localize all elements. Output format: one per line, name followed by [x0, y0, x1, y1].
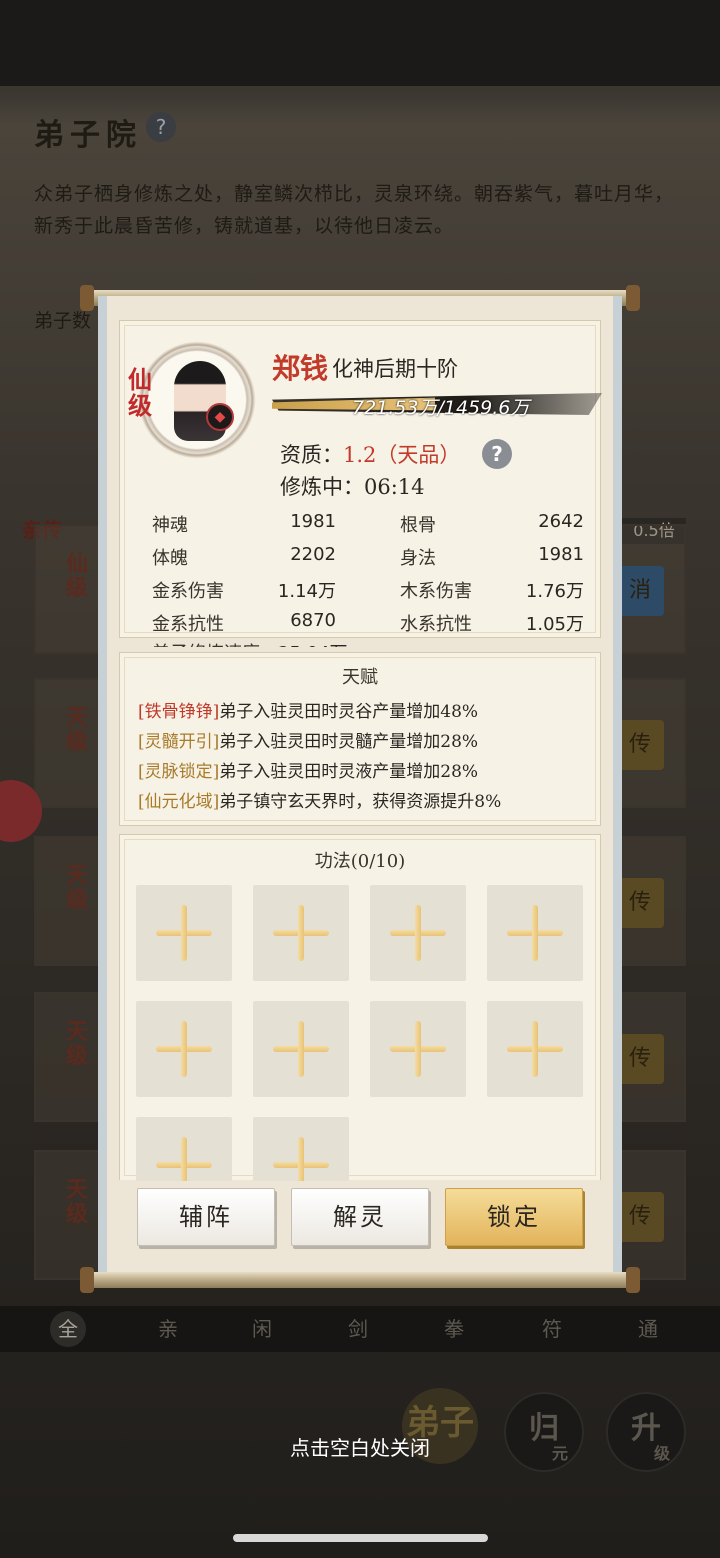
- technique-slots[interactable]: [120, 885, 600, 1181]
- page-description: 众弟子栖身修炼之处，静室鳞次栉比，灵泉环绕。朝吞紫气，暮吐月华，新秀于此晨昏苦修…: [34, 183, 675, 237]
- stat-label: 根骨: [400, 515, 436, 536]
- stat-value: 1.76万: [525, 581, 584, 602]
- home-indicator[interactable]: [233, 1534, 488, 1542]
- technique-slot[interactable]: [136, 1001, 232, 1097]
- stat-label: 金系伤害: [152, 581, 224, 602]
- talent-item[interactable]: [仙元化域]弟子镇守玄天界时，获得资源提升8%: [138, 787, 501, 812]
- status-time: 06:14: [364, 475, 425, 499]
- status-label: 修炼中：: [280, 475, 364, 499]
- stat-value: 1.14万: [277, 581, 336, 602]
- talent-title: 天赋: [342, 667, 378, 688]
- character-name: 郑钱: [272, 352, 329, 385]
- talent-item[interactable]: [铁骨铮铮]弟子入驻灵田时灵谷产量增加48%: [138, 697, 478, 722]
- scroll-rod-bottom: [80, 1267, 640, 1293]
- filter-talisman[interactable]: 符: [534, 1311, 570, 1347]
- top-bar: [0, 0, 720, 86]
- plus-icon: [181, 1021, 187, 1077]
- avatar[interactable]: [138, 341, 256, 459]
- plus-icon: [298, 1137, 304, 1181]
- plus-icon: [298, 1021, 304, 1077]
- filter-all[interactable]: 全: [50, 1311, 86, 1347]
- talent-desc: 弟子镇守玄天界时，获得资源提升8%: [219, 792, 502, 812]
- talent-item[interactable]: [灵脉锁定]弟子入驻灵田时灵液产量增加28%: [138, 757, 478, 782]
- filter-sword[interactable]: 剑: [340, 1311, 376, 1347]
- talent-item[interactable]: [灵髓开引]弟子入驻灵田时灵髓产量增加28%: [138, 727, 478, 752]
- stat-value: 1.05万: [525, 614, 584, 635]
- stat-value: 2202: [290, 544, 336, 565]
- stat-value: 2642: [538, 511, 584, 532]
- stat-value: 1981: [538, 544, 584, 565]
- technique-panel: 功法(0/10): [119, 834, 601, 1181]
- technique-title: 功法(0/10): [314, 851, 406, 872]
- talent-tag: [铁骨铮铮]: [138, 702, 220, 722]
- plus-icon: [181, 1137, 187, 1181]
- exp-text: 721.53万/1459.6万: [352, 397, 530, 419]
- stat-label: 身法: [400, 548, 436, 569]
- filter-idle[interactable]: 闲: [244, 1311, 280, 1347]
- help-icon[interactable]: ?: [146, 112, 176, 142]
- plus-icon: [415, 905, 421, 961]
- card-action-button[interactable]: 传: [616, 878, 664, 928]
- technique-slot[interactable]: [253, 1117, 349, 1181]
- character-realm: 化神后期十阶: [332, 357, 458, 381]
- technique-slot[interactable]: [136, 1117, 232, 1181]
- talent-desc: 弟子入驻灵田时灵髓产量增加28%: [219, 732, 479, 752]
- quality-help-icon[interactable]: ?: [482, 439, 512, 469]
- technique-slot[interactable]: [253, 1001, 349, 1097]
- technique-slot[interactable]: [487, 885, 583, 981]
- formation-button[interactable]: 辅阵: [137, 1188, 275, 1246]
- stat-label: 金系抗性: [152, 614, 224, 635]
- technique-slot[interactable]: [370, 885, 466, 981]
- close-hint[interactable]: 点击空白处关闭: [0, 1432, 720, 1461]
- technique-slot[interactable]: [487, 1001, 583, 1097]
- page-title: 弟子院: [34, 118, 142, 153]
- talent-desc: 弟子入驻灵田时灵液产量增加28%: [219, 762, 479, 782]
- talent-tag: [仙元化域]: [138, 792, 220, 812]
- status-row: 修炼中：06:14: [280, 471, 425, 501]
- talent-tag: [灵髓开引]: [138, 732, 220, 752]
- filter-personal[interactable]: 亲: [150, 1311, 186, 1347]
- card-action-button[interactable]: 消: [616, 566, 664, 616]
- talent-tag: [灵脉锁定]: [138, 762, 220, 782]
- technique-slot[interactable]: [370, 1001, 466, 1097]
- stat-label: 弟子修炼速度: [152, 639, 260, 647]
- plus-icon: [415, 1021, 421, 1077]
- stat-label: 水系抗性: [400, 614, 472, 635]
- rod-cap: [80, 285, 94, 311]
- filter-fist[interactable]: 拳: [436, 1311, 472, 1347]
- technique-slot[interactable]: [253, 885, 349, 981]
- quality-value: 1.2（天品）: [343, 443, 461, 467]
- card-action-button[interactable]: 传: [616, 720, 664, 770]
- release-button[interactable]: 解灵: [291, 1188, 429, 1246]
- lock-button[interactable]: 锁定: [445, 1188, 583, 1246]
- talent-panel: 天赋 [铁骨铮铮]弟子入驻灵田时灵谷产量增加48% [灵髓开引]弟子入驻灵田时灵…: [119, 652, 601, 826]
- stat-label: 木系伤害: [400, 581, 472, 602]
- stats-list[interactable]: 神魂 1981 根骨 2642 体魄 2202 身法 1981 金系伤害 1.1…: [152, 511, 584, 647]
- stat-value: 1981: [290, 511, 336, 532]
- stat-label: 体魄: [152, 548, 188, 569]
- rod-cap: [80, 1267, 94, 1293]
- stat-value: 6870: [290, 610, 336, 631]
- rod-cap: [626, 1267, 640, 1293]
- spirit-badge-icon: ◆: [206, 403, 234, 431]
- plus-icon: [181, 905, 187, 961]
- card-action-button[interactable]: 传: [616, 1034, 664, 1084]
- quality-row: 资质：1.2（天品）: [280, 439, 460, 469]
- character-panel: 仙级 ◆ 郑钱 化神后期十阶 721.53万/1459.6万 资质：1.2（天品…: [119, 320, 602, 647]
- plus-icon: [532, 1021, 538, 1077]
- grade-badge: 仙级: [128, 365, 152, 420]
- card-action-button[interactable]: 传: [616, 1192, 664, 1242]
- stat-value: 25.04万: [278, 639, 348, 647]
- rod-cap: [626, 285, 640, 311]
- disciple-detail-modal: 仙级 ◆ 郑钱 化神后期十阶 721.53万/1459.6万 资质：1.2（天品…: [98, 296, 622, 1286]
- quality-label: 资质：: [280, 443, 343, 467]
- stat-label: 神魂: [152, 515, 188, 536]
- talent-desc: 弟子入驻灵田时灵谷产量增加48%: [219, 702, 479, 722]
- technique-slot[interactable]: [136, 885, 232, 981]
- plus-icon: [298, 905, 304, 961]
- filter-general[interactable]: 通: [630, 1311, 666, 1347]
- plus-icon: [532, 905, 538, 961]
